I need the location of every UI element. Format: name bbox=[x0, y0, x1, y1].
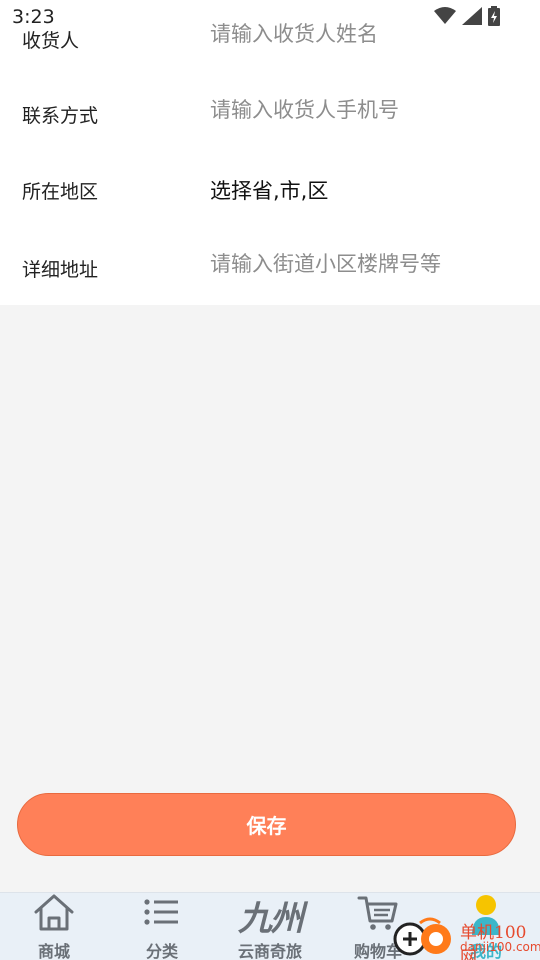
phone-input[interactable] bbox=[210, 98, 520, 122]
address-form: 收货人 联系方式 所在地区 选择省,市,区 详细地址 bbox=[0, 0, 540, 305]
phone-label: 联系方式 bbox=[22, 105, 99, 127]
address-label: 详细地址 bbox=[22, 259, 99, 281]
tab-category[interactable]: 分类 bbox=[108, 893, 216, 960]
watermark-url: danji100.com bbox=[460, 940, 540, 954]
status-bar: 3:23 bbox=[0, 0, 540, 32]
watermark-logo-icon bbox=[393, 917, 451, 956]
tab-travel-label: 云商奇旅 bbox=[237, 942, 302, 960]
cell-signal-icon bbox=[462, 7, 482, 25]
jiuzhou-logo-icon: 九州 bbox=[238, 899, 304, 939]
region-label: 所在地区 bbox=[22, 181, 99, 203]
watermark: 单机100网 danji100.com bbox=[390, 915, 540, 960]
form-row-address: 详细地址 bbox=[0, 228, 540, 304]
form-row-phone: 联系方式 bbox=[0, 76, 540, 152]
save-button[interactable]: 保存 bbox=[17, 793, 516, 856]
tab-mall[interactable]: 商城 bbox=[0, 893, 108, 960]
status-icons bbox=[434, 6, 500, 26]
wifi-icon bbox=[434, 7, 456, 24]
tab-travel[interactable]: 九州 云商奇旅 bbox=[216, 893, 324, 960]
address-input[interactable] bbox=[210, 252, 520, 276]
battery-icon bbox=[488, 6, 500, 26]
tab-mall-label: 商城 bbox=[37, 942, 70, 960]
list-icon bbox=[144, 899, 178, 925]
home-icon bbox=[34, 894, 74, 931]
region-select[interactable]: 选择省,市,区 bbox=[210, 175, 328, 205]
tab-category-label: 分类 bbox=[145, 942, 178, 960]
form-row-region[interactable]: 所在地区 选择省,市,区 bbox=[0, 152, 540, 228]
status-time: 3:23 bbox=[12, 6, 55, 28]
